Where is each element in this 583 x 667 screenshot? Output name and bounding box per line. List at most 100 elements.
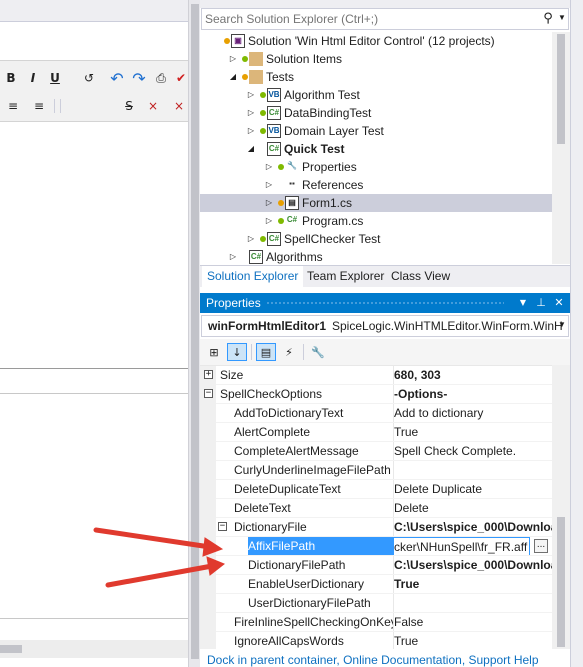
redo-icon[interactable]: ↷ <box>130 69 148 88</box>
property-value[interactable]: 680, 303 <box>393 366 552 385</box>
property-row[interactable]: UserDictionaryFilePath <box>200 594 552 613</box>
expand-arrow-icon[interactable]: ▷ <box>246 104 256 122</box>
tree-item[interactable]: ◢ C# Quick Test <box>200 140 552 158</box>
tree-item[interactable]: ◢ Tests <box>200 68 552 86</box>
property-row[interactable]: IgnoreAllCapsWords True <box>200 632 552 649</box>
property-grid-scrollbar[interactable] <box>552 365 570 649</box>
solution-tree-scrollbar[interactable] <box>552 32 570 264</box>
property-row[interactable]: − DictionaryFile C:\Users\spice_000\Downlo… <box>200 518 552 537</box>
expand-arrow-icon[interactable]: ▷ <box>246 122 256 140</box>
property-row[interactable]: AffixFilePath cker\NHunSpell\fr_FR.aff... <box>200 537 552 556</box>
chevron-down-icon[interactable]: ▼ <box>558 320 566 329</box>
property-row[interactable]: DictionaryFilePath C:\Users\spice_000\Dow… <box>200 556 552 575</box>
bold-button[interactable]: B <box>2 69 20 87</box>
property-row[interactable]: EnableUserDictionary True <box>200 575 552 594</box>
property-name: DeleteText <box>234 501 291 515</box>
property-row[interactable]: CurlyUnderlineImageFilePath <box>200 461 552 480</box>
chevron-down-icon[interactable]: ▼ <box>556 13 568 25</box>
csharp-project-icon: C# <box>267 232 281 246</box>
expand-arrow-icon[interactable]: ▷ <box>228 248 238 264</box>
collapse-icon[interactable]: − <box>218 522 227 531</box>
properties-icon[interactable]: ▤ <box>256 343 276 361</box>
expand-arrow-icon[interactable]: ▷ <box>264 194 274 212</box>
editor-horizontal-scrollbar[interactable] <box>0 640 196 658</box>
property-row[interactable]: + Size 680, 303 <box>200 366 552 385</box>
property-value[interactable]: C:\Users\spice_000\Downloa <box>393 518 552 537</box>
property-row[interactable]: DeleteDuplicateText Delete Duplicate <box>200 480 552 499</box>
tree-item[interactable]: ▷ VB Algorithm Test <box>200 86 552 104</box>
property-value[interactable]: Add to dictionary <box>393 404 552 423</box>
tab-solution-explorer[interactable]: Solution Explorer <box>202 266 304 287</box>
tree-item[interactable]: ▷ C# DataBindingTest <box>200 104 552 122</box>
expand-arrow-icon[interactable]: ▷ <box>246 230 256 248</box>
tree-item[interactable]: ▷ VB Domain Layer Test <box>200 122 552 140</box>
underline-button[interactable]: U <box>46 69 64 87</box>
expand-arrow-icon[interactable]: ▷ <box>246 86 256 104</box>
property-row[interactable]: − SpellCheckOptions -Options- <box>200 385 552 404</box>
property-value[interactable]: -Options- <box>393 385 552 404</box>
align-center-icon[interactable]: ≡ <box>4 97 22 115</box>
tree-item[interactable]: ▣ Solution 'Win Html Editor Control' (12 … <box>200 32 552 50</box>
refresh-icon[interactable]: ↺ <box>80 69 98 87</box>
collapse-icon[interactable]: − <box>204 389 213 398</box>
titlebar-grip[interactable] <box>266 301 504 305</box>
property-value[interactable] <box>393 594 552 613</box>
tree-item[interactable]: ▷ ▤ Form1.cs <box>200 194 552 212</box>
property-value-input[interactable]: cker\NHunSpell\fr_FR.aff <box>393 537 530 556</box>
expand-arrow-icon[interactable]: ▷ <box>264 212 274 230</box>
csharp-project-icon: C# <box>267 142 281 156</box>
object-selector[interactable]: winFormHtmlEditor1 SpiceLogic.WinHTMLEdi… <box>201 315 569 337</box>
property-value[interactable]: True <box>393 632 552 649</box>
expand-arrow-icon[interactable]: ▷ <box>264 158 274 176</box>
categorized-icon[interactable]: ⊞ <box>204 343 224 361</box>
solution-search-input[interactable] <box>205 11 535 27</box>
property-value[interactable]: Delete Duplicate <box>393 480 552 499</box>
property-value[interactable]: True <box>393 575 552 594</box>
solution-search-box[interactable]: ⚲ ▼ <box>201 8 569 30</box>
tree-item[interactable]: ▷ C# SpellChecker Test <box>200 230 552 248</box>
align-right-icon[interactable]: ≡ <box>30 97 48 115</box>
collapse-arrow-icon[interactable]: ◢ <box>228 68 238 86</box>
property-value[interactable]: False <box>393 613 552 632</box>
vb-project-icon: VB <box>267 124 281 138</box>
property-row[interactable]: FireInlineSpellCheckingOnKey False <box>200 613 552 632</box>
tree-item[interactable]: ▷ C# Program.cs <box>200 212 552 230</box>
tree-item[interactable]: ▷ 🔧 Properties <box>200 158 552 176</box>
tab-team-explorer[interactable]: Team Explorer <box>302 266 389 287</box>
expand-arrow-icon[interactable]: ▷ <box>264 176 274 194</box>
property-row[interactable]: DeleteText Delete <box>200 499 552 518</box>
command-links[interactable]: Dock in parent container, Online Documen… <box>207 653 539 667</box>
subscript-icon[interactable]: × <box>170 97 188 115</box>
property-value[interactable]: C:\Users\spice_000\Downloa <box>393 556 552 575</box>
property-row[interactable]: AlertComplete True <box>200 423 552 442</box>
undo-icon[interactable]: ↶ <box>108 69 126 88</box>
print-icon[interactable]: ⎙ <box>152 69 170 87</box>
alphabetical-icon[interactable]: ↓ <box>227 343 247 361</box>
tree-item[interactable]: ▷ C# Algorithms <box>200 248 552 264</box>
expand-icon[interactable]: + <box>204 370 213 379</box>
expand-arrow-icon[interactable]: ▷ <box>228 50 238 68</box>
property-row[interactable]: AddToDictionaryText Add to dictionary <box>200 404 552 423</box>
close-icon[interactable]: ✕ <box>552 295 566 311</box>
editor-vertical-scrollbar[interactable] <box>188 0 200 667</box>
collapse-arrow-icon[interactable]: ◢ <box>246 140 256 158</box>
property-value[interactable]: True <box>393 423 552 442</box>
tab-class-view[interactable]: Class View <box>386 266 455 287</box>
superscript-icon[interactable]: × <box>144 97 162 115</box>
property-row[interactable]: CompleteAlertMessage Spell Check Complete… <box>200 442 552 461</box>
browse-button[interactable]: ... <box>534 539 548 553</box>
properties-commands[interactable]: Dock in parent container, Online Documen… <box>200 653 570 667</box>
pin-icon[interactable]: ⊥ <box>534 295 548 311</box>
property-name: IgnoreAllCapsWords <box>234 634 344 648</box>
property-value[interactable]: Delete <box>393 499 552 518</box>
search-icon[interactable]: ⚲ <box>540 11 556 27</box>
italic-button[interactable]: I <box>24 69 42 87</box>
property-value[interactable]: Spell Check Complete. <box>393 442 552 461</box>
tree-item[interactable]: ▷ Solution Items <box>200 50 552 68</box>
property-value[interactable] <box>393 461 552 480</box>
events-icon[interactable]: ⚡ <box>279 343 299 361</box>
property-pages-icon[interactable]: 🔧 <box>308 343 328 361</box>
tree-item[interactable]: ▷ ▪▪ References <box>200 176 552 194</box>
strikethrough-icon[interactable]: S <box>120 97 138 115</box>
window-position-icon[interactable]: ▼ <box>516 295 530 311</box>
